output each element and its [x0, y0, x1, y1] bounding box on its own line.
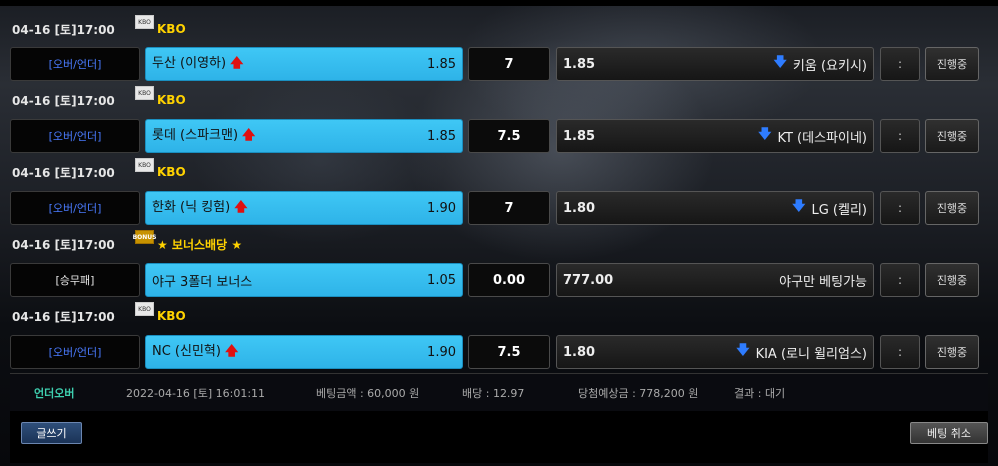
write-button[interactable]: 글쓰기 — [21, 422, 82, 444]
arrow-up-icon: 🡅 — [234, 200, 248, 215]
home-selection-button[interactable]: 두산 (이영하) 🡅 1.85 — [145, 47, 463, 81]
game-datetime: 04-16 [토]17:00 — [12, 22, 115, 37]
arrow-down-icon: 🡇 — [758, 127, 772, 142]
bet-row: [오버/언더] 한화 (닉 킹험) 🡅 1.90 7 1.80 🡇 LG (켈리)… — [10, 191, 988, 225]
away-odds: 1.80 — [563, 344, 596, 360]
handicap-line: 7 — [468, 47, 550, 81]
away-team-label: 키움 (요키시) — [792, 58, 867, 74]
home-odds: 1.90 — [427, 344, 456, 360]
score-display: : — [880, 119, 920, 153]
bet-summary-bar: 언더오버 2022-04-16 [토] 16:01:11 베팅금액 : 60,0… — [10, 373, 988, 411]
away-odds: 1.85 — [563, 56, 596, 72]
summary-odds: 배당 : 12.97 — [462, 386, 525, 400]
away-team-label: LG (켈리) — [811, 202, 867, 218]
away-team-label: KT (데스파이네) — [777, 130, 867, 146]
score-display: : — [880, 335, 920, 369]
away-selection-button[interactable]: 1.80 🡇 LG (켈리) — [556, 191, 874, 225]
game-header: 04-16 [토]17:00 BONUS ★ 보너스배당 ★ — [12, 230, 243, 255]
handicap-line: 7.5 — [468, 119, 550, 153]
home-odds: 1.90 — [427, 200, 456, 216]
home-team-label: 야구 3폴더 보너스 — [152, 274, 253, 290]
away-selection-button[interactable]: 1.85 🡇 키움 (요키시) — [556, 47, 874, 81]
home-team-label: 롯데 (스파크맨) 🡅 — [152, 128, 256, 143]
home-team-label: 한화 (닉 킹험) 🡅 — [152, 200, 248, 215]
status-badge: 진행중 — [925, 335, 979, 369]
away-selection-button[interactable]: 1.85 🡇 KT (데스파이네) — [556, 119, 874, 153]
kbo-league-icon: KBO — [135, 86, 154, 100]
kbo-league-icon: KBO — [135, 302, 154, 316]
home-selection-button[interactable]: 한화 (닉 킹험) 🡅 1.90 — [145, 191, 463, 225]
score-display: : — [880, 263, 920, 297]
summary-datetime: 2022-04-16 [토] 16:01:11 — [126, 386, 266, 400]
league-name: ★ 보너스배당 ★ — [157, 237, 243, 252]
handicap-line: 7.5 — [468, 335, 550, 369]
bet-row: [승무패] 야구 3폴더 보너스 1.05 0.00 777.00 야구만 베팅… — [10, 263, 988, 297]
home-selection-button[interactable]: 롯데 (스파크맨) 🡅 1.85 — [145, 119, 463, 153]
arrow-up-icon: 🡅 — [242, 128, 256, 143]
handicap-line: 7 — [468, 191, 550, 225]
arrow-up-icon: 🡅 — [224, 344, 239, 359]
bet-type-link[interactable]: [오버/언더] — [10, 191, 140, 225]
game-header: 04-16 [토]17:00 KBO KBO — [12, 86, 186, 111]
bet-history-panel: 04-16 [토]17:00 KBO KBO [오버/언더] 두산 (이영하) 🡅… — [0, 0, 998, 466]
home-odds: 1.85 — [427, 56, 456, 72]
home-selection-button[interactable]: NC (신민혁) 🡅 1.90 — [145, 335, 463, 369]
game-header: 04-16 [토]17:00 KBO KBO — [12, 15, 186, 40]
away-selection-button[interactable]: 777.00 야구만 베팅가능 — [556, 263, 874, 297]
bet-type-link[interactable]: [오버/언더] — [10, 47, 140, 81]
home-odds: 1.05 — [427, 272, 456, 288]
score-display: : — [880, 47, 920, 81]
arrow-down-icon: 🡇 — [773, 55, 787, 70]
home-selection-button[interactable]: 야구 3폴더 보너스 1.05 — [145, 263, 463, 297]
home-team-label: 두산 (이영하) 🡅 — [152, 56, 244, 71]
away-selection-button[interactable]: 1.80 🡇 KIA (로니 윌리엄스) — [556, 335, 874, 369]
handicap-line: 0.00 — [468, 263, 550, 297]
summary-expected-win: 당첨예상금 : 778,200 원 — [578, 386, 699, 400]
cancel-bet-button[interactable]: 베팅 취소 — [910, 422, 988, 444]
arrow-up-icon: 🡅 — [230, 56, 244, 71]
bet-type-link[interactable]: [오버/언더] — [10, 335, 140, 369]
score-display: : — [880, 191, 920, 225]
arrow-down-icon: 🡇 — [736, 343, 750, 358]
summary-bet-type: 언더오버 — [34, 386, 75, 400]
bet-type-link[interactable]: [승무패] — [10, 263, 140, 297]
status-badge: 진행중 — [925, 119, 979, 153]
away-team-label: KIA (로니 윌리엄스) — [755, 346, 867, 362]
status-badge: 진행중 — [925, 191, 979, 225]
game-datetime: 04-16 [토]17:00 — [12, 165, 115, 180]
game-datetime: 04-16 [토]17:00 — [12, 237, 115, 252]
action-bar: 글쓰기 베팅 취소 — [10, 411, 988, 463]
game-header: 04-16 [토]17:00 KBO KBO — [12, 302, 186, 327]
summary-bet-amount: 베팅금액 : 60,000 원 — [316, 386, 420, 400]
game-header: 04-16 [토]17:00 KBO KBO — [12, 158, 186, 183]
status-badge: 진행중 — [925, 47, 979, 81]
bet-row: [오버/언더] 두산 (이영하) 🡅 1.85 7 1.85 🡇 키움 (요키시)… — [10, 47, 988, 81]
bet-row: [오버/언더] NC (신민혁) 🡅 1.90 7.5 1.80 🡇 KIA (로… — [10, 335, 988, 369]
arrow-down-icon: 🡇 — [792, 199, 806, 214]
bet-row: [오버/언더] 롯데 (스파크맨) 🡅 1.85 7.5 1.85 🡇 KT (데… — [10, 119, 988, 153]
bonus-icon: BONUS — [133, 230, 156, 244]
away-team-label: 야구만 베팅가능 — [779, 274, 867, 290]
away-odds: 1.85 — [563, 128, 596, 144]
kbo-league-icon: KBO — [135, 15, 154, 29]
away-odds: 777.00 — [563, 272, 614, 288]
league-name: KBO — [157, 165, 186, 179]
summary-result: 결과 : 대기 — [734, 386, 786, 400]
bet-type-link[interactable]: [오버/언더] — [10, 119, 140, 153]
home-odds: 1.85 — [427, 128, 456, 144]
kbo-league-icon: KBO — [135, 158, 154, 172]
status-badge: 진행중 — [925, 263, 979, 297]
home-team-label: NC (신민혁) 🡅 — [152, 344, 239, 359]
league-name: KBO — [157, 22, 186, 36]
game-datetime: 04-16 [토]17:00 — [12, 309, 115, 324]
league-name: KBO — [157, 93, 186, 107]
game-datetime: 04-16 [토]17:00 — [12, 93, 115, 108]
league-name: KBO — [157, 309, 186, 323]
away-odds: 1.80 — [563, 200, 596, 216]
